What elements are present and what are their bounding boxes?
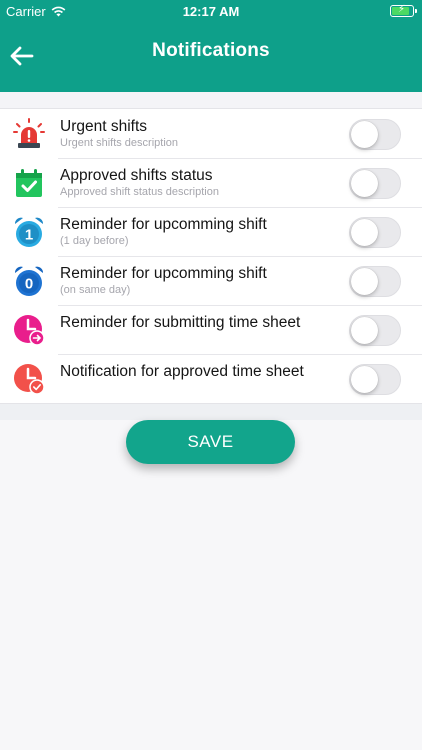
siren-icon <box>13 118 45 148</box>
setting-row-reminder-same-day: 0 Reminder for upcomming shift (on same … <box>0 256 422 305</box>
approved-timesheet-toggle[interactable] <box>349 364 401 395</box>
setting-description: (1 day before) <box>60 235 129 247</box>
submit-timesheet-toggle[interactable] <box>349 315 401 346</box>
status-bar: Carrier 12:17 AM ⚡ <box>0 0 422 22</box>
svg-text:0: 0 <box>25 276 33 293</box>
approved-shifts-toggle[interactable] <box>349 168 401 199</box>
setting-label: Reminder for upcomming shift <box>60 265 267 282</box>
setting-label: Urgent shifts <box>60 118 148 135</box>
toggle-knob <box>351 366 378 393</box>
calendar-check-icon <box>16 169 42 197</box>
setting-row-submit-timesheet: Reminder for submitting time sheet <box>0 305 422 354</box>
setting-label: Reminder for submitting time sheet <box>60 314 301 331</box>
setting-row-reminder-day-before: 1 Reminder for upcomming shift (1 day be… <box>0 207 422 256</box>
setting-description: (on same day) <box>60 284 131 296</box>
setting-description: Approved shift status description <box>60 186 219 198</box>
setting-row-approved-timesheet: Notification for approved time sheet <box>0 354 422 403</box>
alarm-clock-0-icon: 0 <box>14 266 44 296</box>
clock-approved-icon <box>14 364 45 395</box>
nav-bar: Notifications <box>0 22 422 92</box>
toggle-knob <box>351 268 378 295</box>
alarm-clock-1-icon: 1 <box>14 217 44 247</box>
save-button[interactable]: SAVE <box>126 420 295 464</box>
toggle-knob <box>351 121 378 148</box>
charging-icon: ⚡ <box>398 4 406 15</box>
setting-label: Reminder for upcomming shift <box>60 216 267 233</box>
status-time: 12:17 AM <box>182 4 240 19</box>
clock-submit-icon <box>14 315 45 346</box>
setting-label: Notification for approved time sheet <box>60 363 304 380</box>
battery-icon: ⚡ <box>390 4 417 17</box>
page-title: Notifications <box>152 40 270 61</box>
setting-row-urgent-shifts: Urgent shifts Urgent shifts description <box>0 109 422 158</box>
toggle-knob <box>351 317 378 344</box>
list-footer-gap <box>0 404 422 420</box>
svg-text:1: 1 <box>25 227 33 244</box>
setting-row-approved-shifts: Approved shifts status Approved shift st… <box>0 158 422 207</box>
toggle-knob <box>351 219 378 246</box>
reminder-same-day-toggle[interactable] <box>349 266 401 297</box>
reminder-day-before-toggle[interactable] <box>349 217 401 248</box>
urgent-shifts-toggle[interactable] <box>349 119 401 150</box>
notification-settings-list: Urgent shifts Urgent shifts description … <box>0 108 422 404</box>
setting-label: Approved shifts status <box>60 167 213 184</box>
content-background <box>0 420 422 750</box>
toggle-knob <box>351 170 378 197</box>
setting-description: Urgent shifts description <box>60 137 178 149</box>
